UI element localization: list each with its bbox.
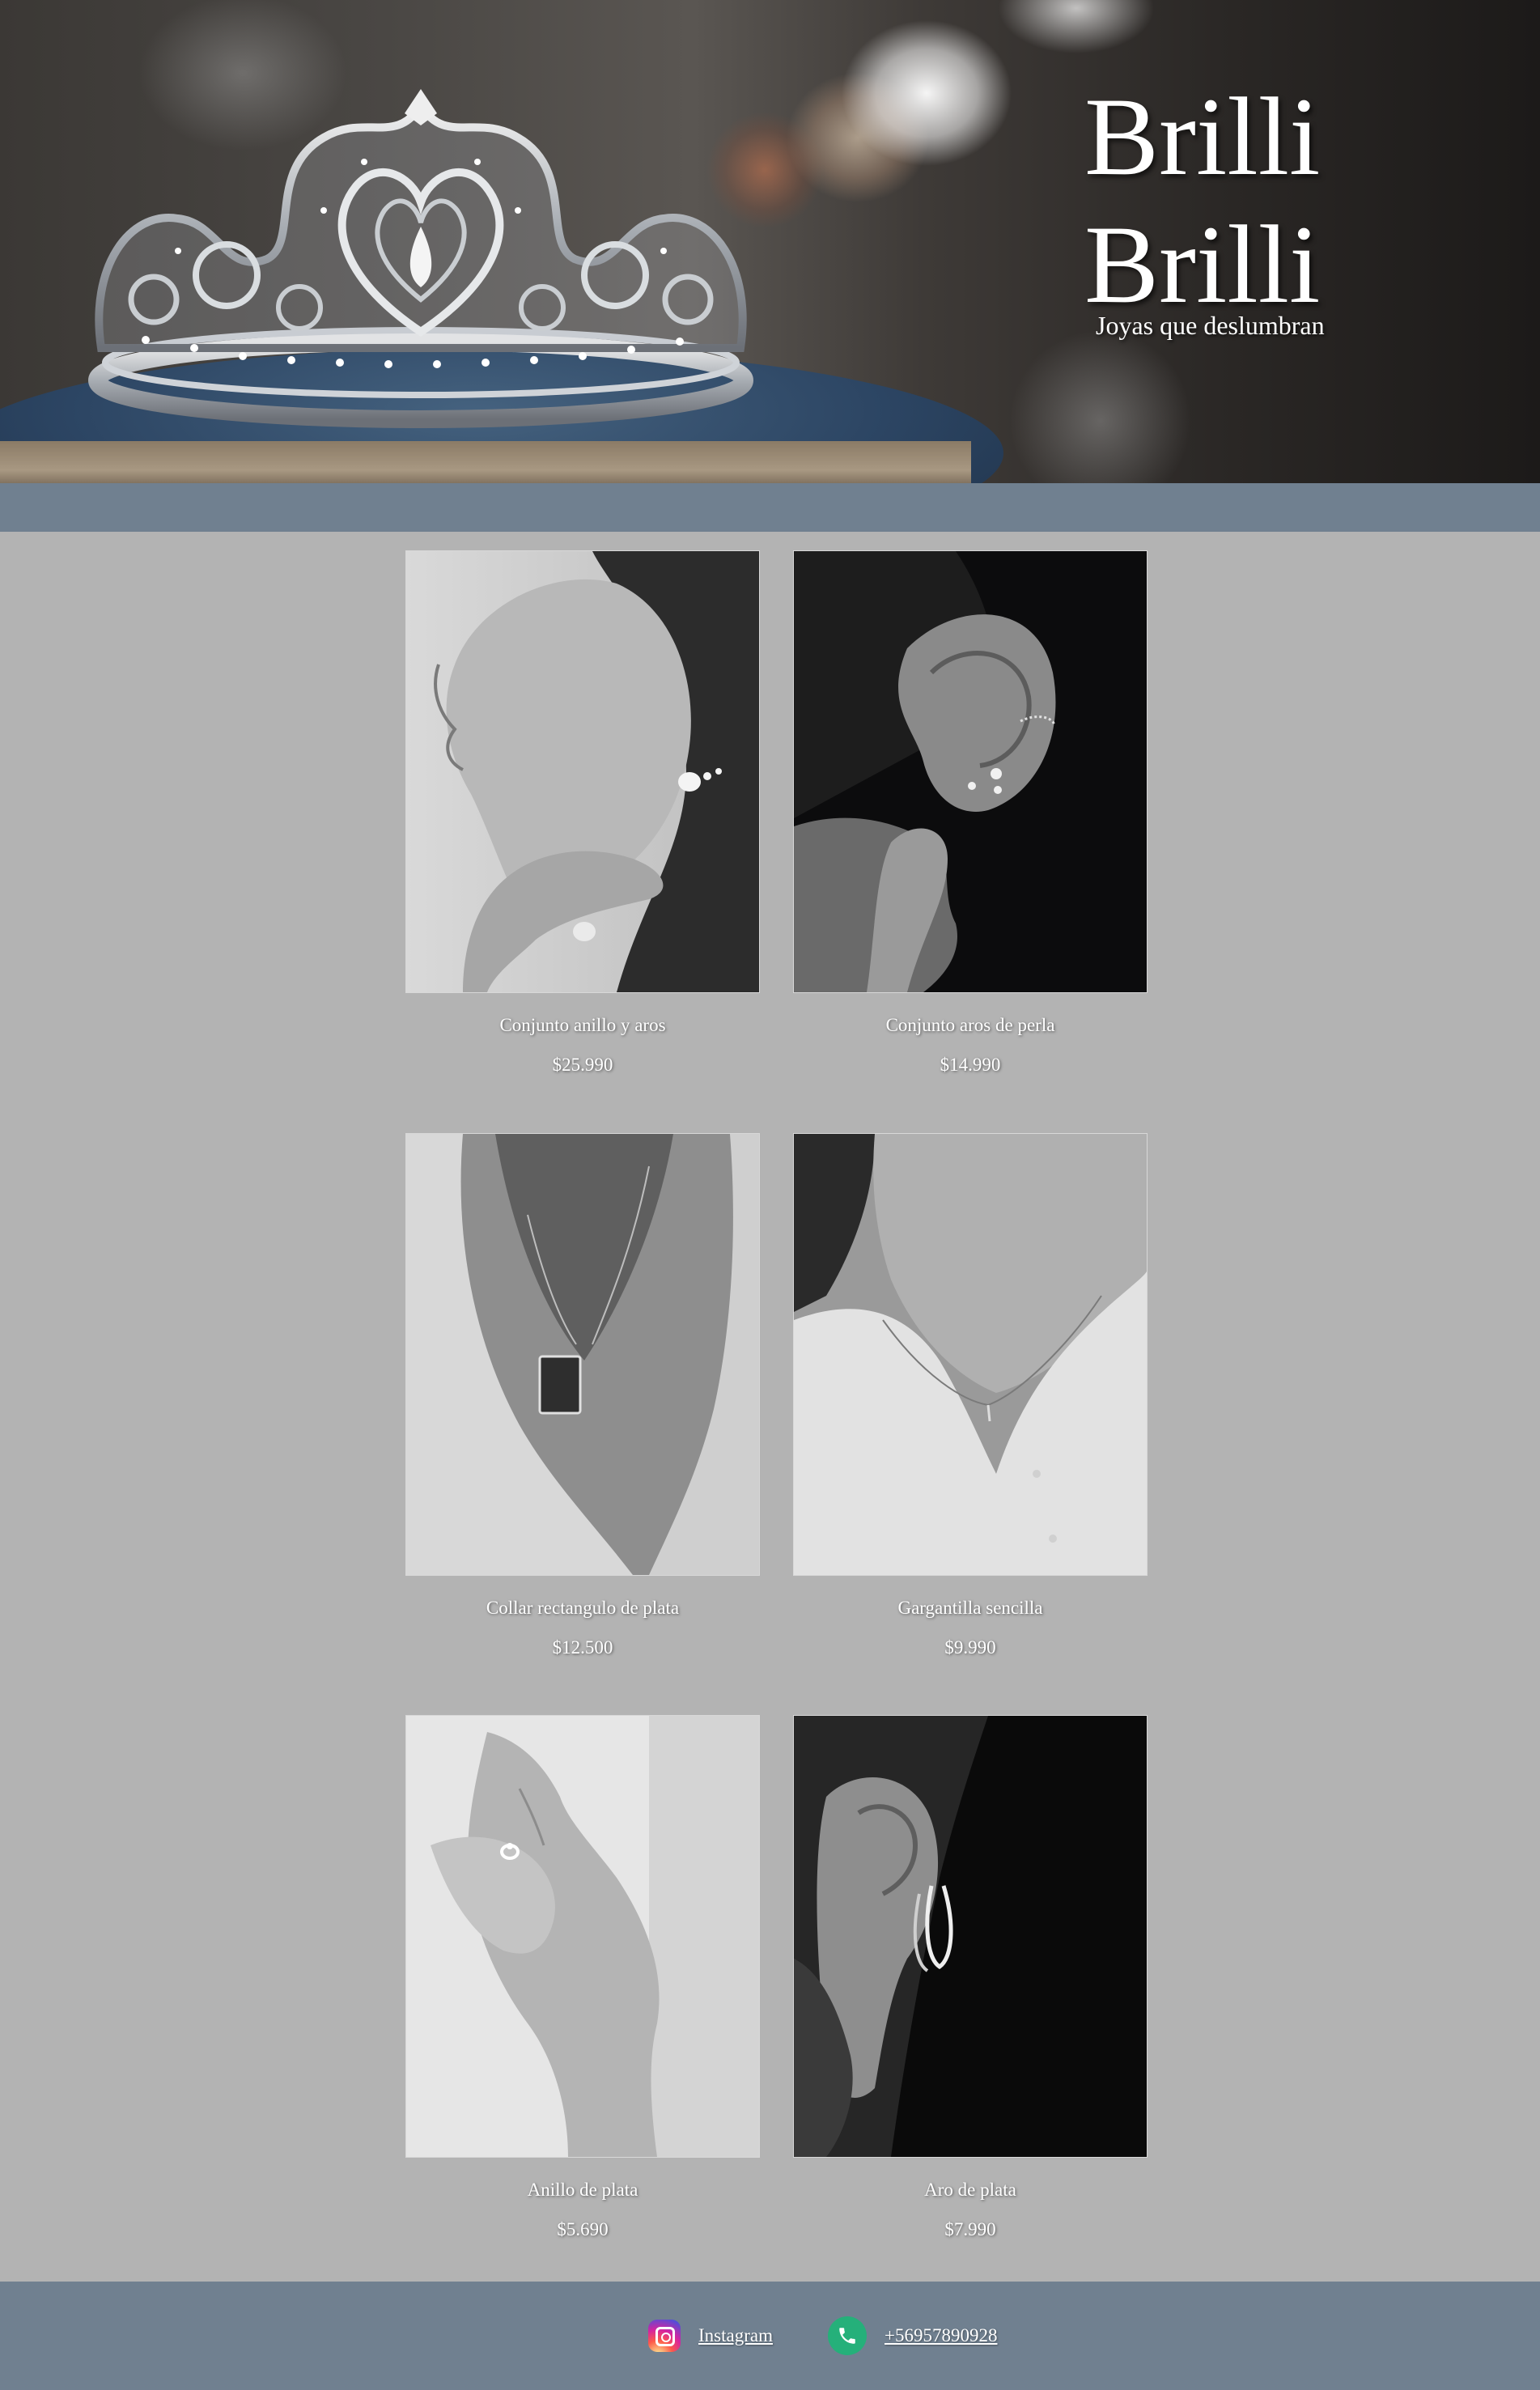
brand-tagline: Joyas que deslumbran (1096, 311, 1325, 340)
product-image[interactable] (405, 550, 760, 993)
product-price: $5.690 (557, 2219, 609, 2239)
product-price: $9.990 (944, 1637, 996, 1658)
brand-title-line-2: Brilli (1084, 202, 1321, 326)
product-image[interactable] (405, 1715, 760, 2158)
header-divider-band (0, 483, 1540, 532)
silver-ring-hands-photo (406, 1716, 759, 2157)
product-image[interactable] (793, 1133, 1148, 1576)
product-name: Collar rectangulo de plata (486, 1598, 680, 1618)
product-card[interactable]: Conjunto aros de perla $14.990 (793, 550, 1148, 1076)
product-price: $14.990 (940, 1055, 1001, 1075)
rectangle-pendant-necklace-photo (406, 1134, 759, 1575)
woman-profile-earrings-ring-photo (406, 551, 759, 992)
whatsapp-phone-icon[interactable] (828, 2316, 867, 2355)
product-price: $25.990 (552, 1055, 613, 1075)
product-card[interactable]: Gargantilla sencilla $9.990 (793, 1133, 1148, 1658)
hero-banner: Brilli Brilli Joyas que deslumbran (0, 0, 1540, 483)
brand-title-block: Brilli Brilli (1084, 73, 1351, 329)
instagram-link[interactable]: Instagram (648, 2316, 773, 2356)
product-card[interactable]: Anillo de plata $5.690 (405, 1715, 760, 2240)
brand-title: Brilli Brilli (1084, 73, 1327, 329)
instagram-label[interactable]: Instagram (698, 2325, 773, 2346)
footer: Instagram +56957890928 (0, 2282, 1540, 2390)
product-image[interactable] (405, 1133, 760, 1576)
product-name: Anillo de plata (527, 2180, 638, 2200)
product-price: $12.500 (552, 1637, 613, 1658)
product-card[interactable]: Conjunto anillo y aros $25.990 (405, 550, 760, 1076)
product-name: Aro de plata (924, 2180, 1016, 2200)
ear-pearl-earrings-photo (794, 551, 1147, 992)
product-price: $7.990 (944, 2219, 996, 2239)
silver-hoop-earring-photo (794, 1716, 1147, 2157)
product-name: Gargantilla sencilla (897, 1598, 1043, 1618)
instagram-icon[interactable] (648, 2320, 681, 2352)
product-name: Conjunto anillo y aros (499, 1015, 666, 1035)
product-card[interactable]: Aro de plata $7.990 (793, 1715, 1148, 2240)
product-name: Conjunto aros de perla (885, 1015, 1055, 1035)
phone-label[interactable]: +56957890928 (885, 2325, 997, 2346)
brand-title-line-1: Brilli (1084, 74, 1321, 198)
tiara-image (88, 89, 753, 428)
product-card[interactable]: Collar rectangulo de plata $12.500 (405, 1133, 760, 1658)
hero-wood-edge (0, 441, 971, 483)
product-image[interactable] (793, 1715, 1148, 2158)
product-image[interactable] (793, 550, 1148, 993)
phone-link[interactable]: +56957890928 (828, 2316, 997, 2356)
simple-choker-necklace-photo (794, 1134, 1147, 1575)
